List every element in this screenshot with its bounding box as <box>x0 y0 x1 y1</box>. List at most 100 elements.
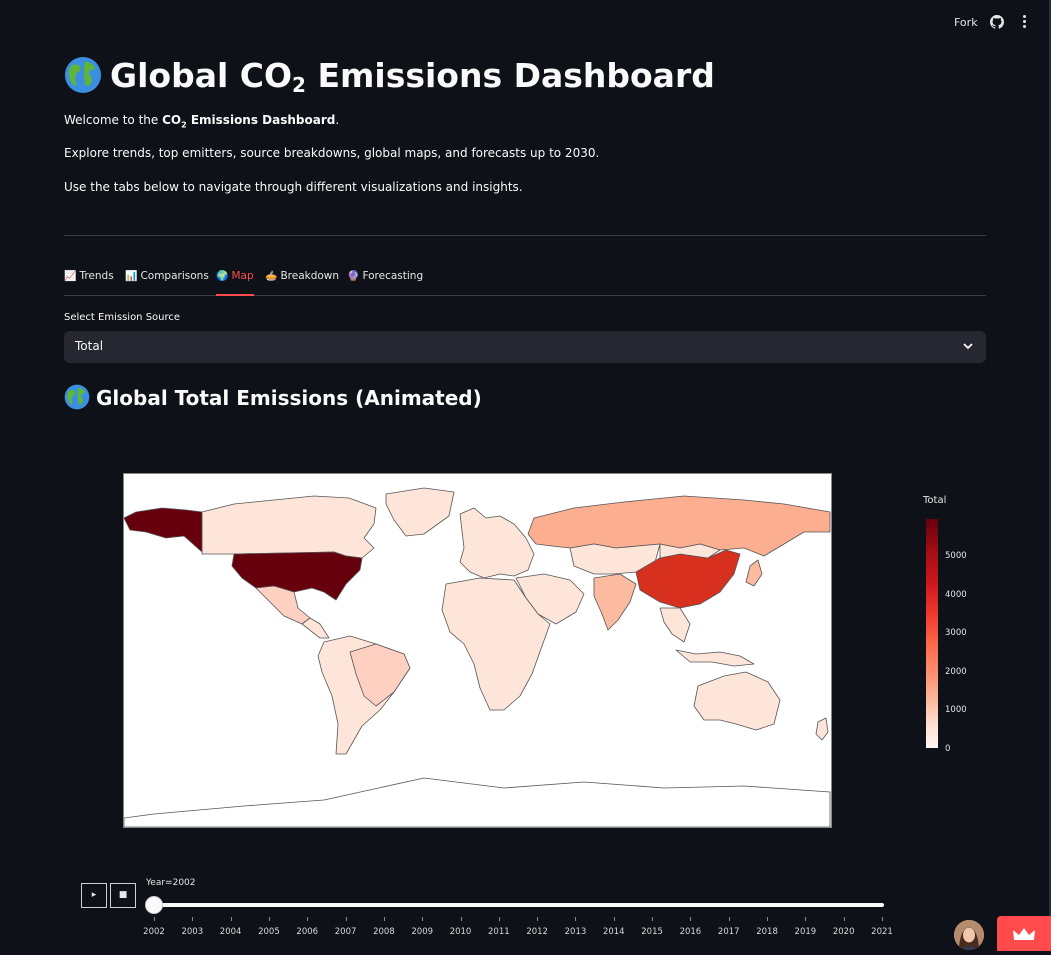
year-tick-label[interactable]: 2008 <box>373 927 395 937</box>
year-tick-mark <box>690 917 692 921</box>
page-title: Global CO2 Emissions Dashboard <box>64 56 715 97</box>
stop-button[interactable]: ■ <box>110 883 136 908</box>
country-mexico <box>255 585 311 625</box>
year-tick-mark <box>460 917 462 921</box>
year-tick-label[interactable]: 2017 <box>718 927 740 937</box>
year-tick-mark <box>652 917 654 921</box>
chart-increasing-icon: 📈 <box>64 271 77 282</box>
year-tick-label[interactable]: 2006 <box>296 927 318 937</box>
colorbar-tick: 3000 <box>945 628 967 638</box>
tab-trends[interactable]: 📈 Trends <box>64 270 114 295</box>
globe-icon <box>64 56 102 94</box>
year-tick-label[interactable]: 2004 <box>220 927 242 937</box>
country-greenland <box>385 487 455 537</box>
emission-source-select[interactable]: Total <box>64 331 986 363</box>
colorbar-title: Total <box>923 495 947 506</box>
year-tick-label[interactable]: 2010 <box>450 927 472 937</box>
year-tick-mark <box>268 917 270 921</box>
world-map-svg[interactable] <box>124 474 831 827</box>
section-title: Global Total Emissions (Animated) <box>64 384 482 410</box>
tab-map[interactable]: 🌍 Map <box>216 270 254 296</box>
year-tick-mark <box>192 917 194 921</box>
year-tick-mark <box>613 917 615 921</box>
country-central-america <box>301 617 330 639</box>
year-tick-label[interactable]: 2019 <box>795 927 817 937</box>
year-tick-mark <box>805 917 807 921</box>
year-tick-mark <box>882 917 883 921</box>
tab-forecasting[interactable]: 🔮 Forecasting <box>347 270 423 295</box>
pie-icon: 🥧 <box>265 271 278 282</box>
year-tick-label[interactable]: 2011 <box>488 927 510 937</box>
country-antarctica <box>124 777 831 827</box>
country-southeast-asia <box>659 607 691 643</box>
select-value: Total <box>75 339 104 353</box>
crystal-ball-icon: 🔮 <box>347 271 360 282</box>
year-tick-mark <box>575 917 577 921</box>
country-indonesia <box>675 649 755 667</box>
divider <box>64 235 986 236</box>
year-tick-label[interactable]: 2003 <box>181 927 203 937</box>
year-tick-mark <box>422 917 424 921</box>
year-tick-mark <box>728 917 730 921</box>
play-button[interactable]: ▸ <box>81 883 107 908</box>
github-icon[interactable] <box>990 15 1004 29</box>
country-australia <box>693 671 781 731</box>
country-canada <box>201 495 377 559</box>
country-india <box>593 573 637 631</box>
app-header: Fork <box>0 0 1051 44</box>
year-tick-mark <box>307 917 309 921</box>
country-russia <box>527 495 831 557</box>
select-label: Select Emission Source <box>64 312 181 323</box>
choropleth-map[interactable] <box>123 473 832 828</box>
streamlit-badge-button[interactable] <box>997 916 1051 951</box>
year-tick-mark <box>230 917 232 921</box>
colorbar-tick: 2000 <box>945 667 967 677</box>
avatar[interactable] <box>954 920 984 950</box>
year-tick-label[interactable]: 2012 <box>526 927 548 937</box>
year-slider-handle[interactable] <box>145 896 163 914</box>
country-usa <box>231 551 363 601</box>
country-new-zealand <box>815 717 829 741</box>
year-tick-label[interactable]: 2021 <box>871 927 893 937</box>
year-tick-label[interactable]: 2009 <box>411 927 433 937</box>
year-tick-mark <box>383 917 385 921</box>
year-tick-mark <box>843 917 845 921</box>
kebab-menu-icon[interactable] <box>1018 14 1030 30</box>
year-tick-label[interactable]: 2018 <box>756 927 778 937</box>
year-tick-label[interactable]: 2007 <box>335 927 357 937</box>
year-tick-label[interactable]: 2014 <box>603 927 625 937</box>
year-tick-label[interactable]: 2013 <box>565 927 587 937</box>
year-slider-track[interactable] <box>154 903 884 907</box>
colorbar-tick: 4000 <box>945 590 967 600</box>
tabs-hint-text: Use the tabs below to navigate through d… <box>64 180 523 194</box>
welcome-text: Welcome to the CO2 Emissions Dashboard. <box>64 113 340 130</box>
fork-button[interactable]: Fork <box>954 16 978 29</box>
colorbar-tick: 1000 <box>945 705 967 715</box>
colorbar-tick: 0 <box>945 744 951 754</box>
colorbar <box>926 519 938 748</box>
tab-breakdown[interactable]: 🥧 Breakdown <box>265 270 339 295</box>
year-tick-label[interactable]: 2016 <box>680 927 702 937</box>
country-alaska <box>124 507 203 553</box>
year-tick-mark <box>498 917 500 921</box>
bar-chart-icon: 📊 <box>125 271 138 282</box>
year-tick-label[interactable]: 2002 <box>143 927 165 937</box>
year-tick-mark <box>345 917 347 921</box>
explore-text: Explore trends, top emitters, source bre… <box>64 146 600 160</box>
year-tick-label[interactable]: 2015 <box>641 927 663 937</box>
year-slider-label: Year=2002 <box>146 878 196 888</box>
globe-icon: 🌍 <box>216 271 229 282</box>
globe-icon <box>64 384 90 410</box>
tab-bar: 📈 Trends 📊 Comparisons 🌍 Map 🥧 Breakdown 🔮 Fo… <box>64 270 986 296</box>
year-tick-mark <box>537 917 539 921</box>
country-japan <box>745 559 763 587</box>
crown-icon <box>1013 928 1035 940</box>
chevron-down-icon <box>963 343 973 350</box>
country-europe <box>459 507 535 579</box>
tab-comparisons[interactable]: 📊 Comparisons <box>125 270 209 295</box>
year-tick-mark <box>767 917 769 921</box>
colorbar-tick: 5000 <box>945 551 967 561</box>
year-tick-label[interactable]: 2020 <box>833 927 855 937</box>
year-tick-label[interactable]: 2005 <box>258 927 280 937</box>
year-tick-mark <box>154 917 155 921</box>
